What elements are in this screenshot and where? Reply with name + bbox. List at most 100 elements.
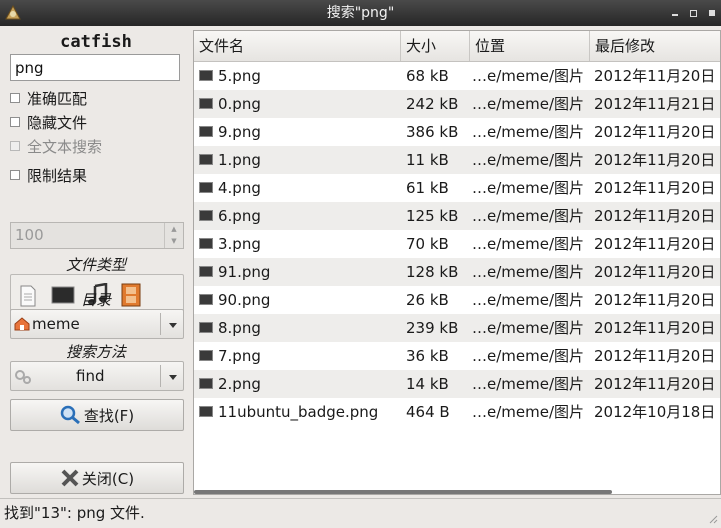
table-row[interactable]: 6.png 125 kB …e/meme/图片 2012年11月20日 bbox=[194, 202, 720, 230]
cell-size: 386 kB bbox=[406, 123, 459, 141]
close-icon bbox=[61, 469, 79, 487]
cell-size: 128 kB bbox=[406, 263, 459, 281]
chevron-down-icon bbox=[169, 323, 177, 328]
horizontal-scrollbar[interactable] bbox=[194, 490, 612, 494]
cell-modified: 2012年11月20日 bbox=[594, 347, 716, 365]
find-button-label: 查找(F) bbox=[83, 406, 135, 425]
directory-value: meme bbox=[32, 315, 80, 333]
directory-label: 目录 bbox=[80, 291, 111, 309]
checkbox-box[interactable] bbox=[10, 93, 20, 103]
cell-location: …e/meme/图片 bbox=[472, 263, 585, 281]
cell-size: 68 kB bbox=[406, 67, 449, 85]
window-title: 搜索"png" bbox=[326, 5, 395, 21]
spin-down-icon: ▼ bbox=[171, 237, 177, 245]
cell-modified: 2012年11月20日 bbox=[594, 291, 716, 309]
cell-name: 3.png bbox=[218, 235, 261, 253]
file-types-label: 文件类型 bbox=[65, 256, 126, 274]
cell-size: 26 kB bbox=[406, 291, 449, 309]
cell-modified: 2012年11月20日 bbox=[594, 263, 716, 281]
image-file-icon bbox=[199, 350, 213, 361]
cell-location: …e/meme/图片 bbox=[472, 95, 585, 113]
status-bar: 找到"13": png 文件. bbox=[0, 498, 721, 527]
cell-name: 90.png bbox=[218, 291, 271, 309]
column-header-modified[interactable]: 最后修改 bbox=[590, 31, 720, 61]
cell-modified: 2012年11月20日 bbox=[594, 179, 716, 197]
cell-size: 125 kB bbox=[406, 207, 459, 225]
cell-location: …e/meme/图片 bbox=[472, 403, 585, 421]
hidden-files-checkbox[interactable]: 隐藏文件 bbox=[10, 111, 87, 133]
cell-location: …e/meme/图片 bbox=[472, 123, 585, 141]
minimize-button[interactable] bbox=[672, 14, 678, 16]
table-row[interactable]: 0.png 242 kB …e/meme/图片 2012年11月21日 bbox=[194, 90, 720, 118]
close-window-button[interactable] bbox=[709, 10, 715, 16]
column-header-location[interactable]: 位置 bbox=[470, 31, 590, 61]
cell-location: …e/meme/图片 bbox=[472, 347, 585, 365]
exact-match-checkbox[interactable]: 准确匹配 bbox=[10, 87, 87, 109]
table-row[interactable]: 5.png 68 kB …e/meme/图片 2012年11月20日 bbox=[194, 62, 720, 90]
image-file-icon bbox=[199, 322, 213, 333]
search-input[interactable] bbox=[10, 54, 180, 81]
image-file-icon bbox=[199, 266, 213, 277]
cell-name: 6.png bbox=[218, 207, 261, 225]
cell-size: 36 kB bbox=[406, 347, 449, 365]
table-row[interactable]: 11ubuntu_badge.png 464 B …e/meme/图片 2012年10… bbox=[194, 398, 720, 426]
home-folder-icon bbox=[14, 317, 30, 331]
table-row[interactable]: 9.png 386 kB …e/meme/图片 2012年11月20日 bbox=[194, 118, 720, 146]
cell-size: 464 B bbox=[406, 403, 450, 421]
checkbox-box[interactable] bbox=[10, 117, 20, 127]
image-file-icon bbox=[199, 182, 213, 193]
maximize-button[interactable] bbox=[690, 9, 697, 17]
column-header-name[interactable]: 文件名 bbox=[194, 31, 401, 61]
table-row[interactable]: 2.png 14 kB …e/meme/图片 2012年11月20日 bbox=[194, 370, 720, 398]
close-button-label: 关闭(C) bbox=[81, 469, 135, 488]
results-panel: 文件名 大小 位置 最后修改 5.png 68 kB …e/meme/图片 2012年… bbox=[193, 30, 721, 495]
resize-grip-icon[interactable] bbox=[708, 514, 718, 524]
table-row[interactable]: 3.png 70 kB …e/meme/图片 2012年11月20日 bbox=[194, 230, 720, 258]
title-bar: 搜索"png" bbox=[0, 0, 721, 26]
column-header-size[interactable]: 大小 bbox=[401, 31, 470, 61]
close-button[interactable]: 关闭(C) bbox=[10, 462, 184, 494]
cell-modified: 2012年11月20日 bbox=[594, 67, 716, 85]
image-file-icon bbox=[199, 378, 213, 389]
table-row[interactable]: 91.png 128 kB …e/meme/图片 2012年11月20日 bbox=[194, 258, 720, 286]
table-row[interactable]: 8.png 239 kB …e/meme/图片 2012年11月20日 bbox=[194, 314, 720, 342]
cell-modified: 2012年11月21日 bbox=[594, 95, 716, 113]
limit-results-checkbox[interactable]: 限制结果 bbox=[10, 164, 87, 186]
image-file-icon bbox=[199, 70, 213, 81]
table-row[interactable]: 7.png 36 kB …e/meme/图片 2012年11月20日 bbox=[194, 342, 720, 370]
image-file-icon bbox=[199, 154, 213, 165]
sidebar: catfish 准确匹配 隐藏文件 全文本搜索 限制结果 100 ▲ ▼ 文件类… bbox=[8, 30, 184, 495]
image-file-icon bbox=[199, 98, 213, 109]
table-row[interactable]: 4.png 61 kB …e/meme/图片 2012年11月20日 bbox=[194, 174, 720, 202]
cell-location: …e/meme/图片 bbox=[472, 179, 585, 197]
limit-value: 100 bbox=[15, 226, 44, 244]
cell-location: …e/meme/图片 bbox=[472, 207, 585, 225]
cell-size: 239 kB bbox=[406, 319, 459, 337]
image-file-icon bbox=[199, 294, 213, 305]
search-method-label: 搜索方法 bbox=[65, 343, 126, 361]
image-file-icon bbox=[199, 210, 213, 221]
find-button[interactable]: 查找(F) bbox=[10, 399, 184, 431]
cell-size: 14 kB bbox=[406, 375, 449, 393]
cell-location: …e/meme/图片 bbox=[472, 319, 585, 337]
cell-name: 1.png bbox=[218, 151, 261, 169]
search-method-combo[interactable]: find bbox=[10, 361, 184, 391]
cell-size: 70 kB bbox=[406, 235, 449, 253]
cell-name: 11ubuntu_badge.png bbox=[218, 403, 379, 421]
cell-modified: 2012年10月18日 bbox=[594, 403, 716, 421]
directory-combo[interactable]: meme bbox=[10, 309, 184, 339]
table-row[interactable]: 90.png 26 kB …e/meme/图片 2012年11月20日 bbox=[194, 286, 720, 314]
checkbox-box bbox=[10, 141, 20, 151]
checkbox-box[interactable] bbox=[10, 170, 20, 180]
cell-modified: 2012年11月20日 bbox=[594, 123, 716, 141]
cell-location: …e/meme/图片 bbox=[472, 375, 585, 393]
cell-size: 61 kB bbox=[406, 179, 449, 197]
catfish-app-icon bbox=[5, 4, 21, 20]
table-row[interactable]: 1.png 11 kB …e/meme/图片 2012年11月20日 bbox=[194, 146, 720, 174]
gears-icon bbox=[15, 370, 31, 384]
cell-modified: 2012年11月20日 bbox=[594, 235, 716, 253]
cell-name: 91.png bbox=[218, 263, 271, 281]
search-icon bbox=[60, 405, 80, 425]
cell-name: 0.png bbox=[218, 95, 261, 113]
app-name: catfish bbox=[60, 32, 132, 52]
